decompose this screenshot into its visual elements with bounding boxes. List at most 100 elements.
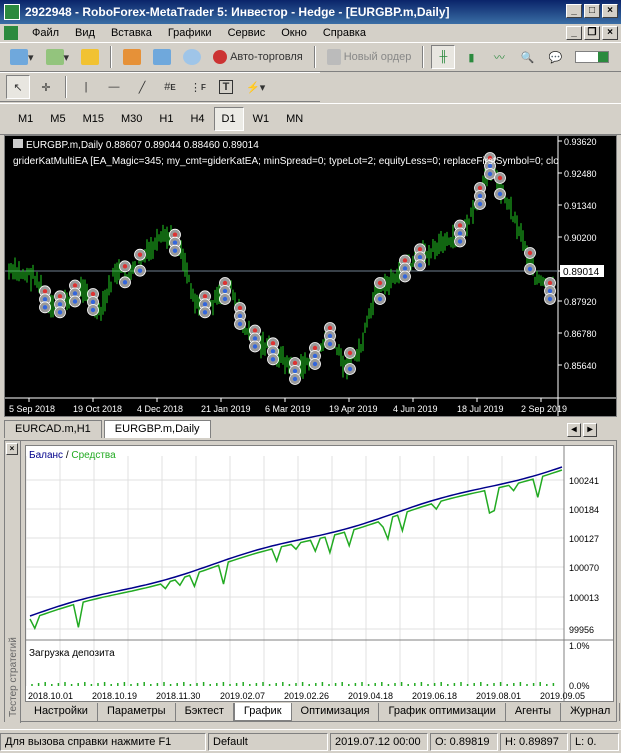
mdi-restore-button[interactable]: ❐	[584, 26, 600, 40]
candles-icon: ▮	[468, 51, 475, 64]
trade-marker-dot	[122, 264, 128, 269]
toggle-button[interactable]	[571, 45, 613, 69]
price-chart[interactable]: 0.93620 0.92480 0.91340 0.90200 0.89014 0.879…	[4, 135, 617, 417]
current-price-label: 0.89014	[563, 267, 600, 278]
bar-chart-button[interactable]: ╫	[431, 45, 456, 69]
line-chart-button[interactable]: 〰	[487, 45, 511, 69]
price-chart-canvas: 0.93620 0.92480 0.91340 0.90200 0.89014 0.879…	[5, 136, 616, 416]
menu-tools[interactable]: Сервис	[220, 27, 274, 39]
menu-charts[interactable]: Графики	[160, 27, 220, 39]
trade-marker-dot	[57, 294, 63, 299]
tester-tab-optimization-graph[interactable]: График оптимизации	[379, 703, 506, 721]
tab-scroll-right-button[interactable]: ▸	[583, 423, 597, 437]
price-tick-label: 0.93620	[564, 137, 597, 147]
tester-tab-graph[interactable]: График	[233, 703, 292, 721]
tester-side-label: Тестер стратегий	[8, 637, 19, 717]
tf-mn[interactable]: MN	[278, 107, 311, 131]
horizontal-line-button[interactable]: —	[102, 75, 126, 99]
zoom-button[interactable]: 🔍	[515, 45, 539, 69]
trade-marker-dot	[252, 344, 258, 349]
tester-y-tick-label: 99956	[569, 625, 594, 635]
menu-view[interactable]: Вид	[67, 27, 103, 39]
tester-x-tick-label: 2019.08.01	[476, 691, 521, 701]
status-profile[interactable]: Default	[208, 732, 328, 751]
market-button[interactable]	[119, 45, 145, 69]
trade-marker-dot	[377, 280, 383, 286]
trade-marker-dot	[137, 252, 143, 257]
tester-tab-inputs[interactable]: Параметры	[98, 703, 176, 721]
new-chart-button[interactable]: ▾	[6, 45, 38, 69]
chat-button[interactable]: 💬	[543, 45, 567, 69]
tf-m1[interactable]: M1	[10, 107, 41, 131]
tf-m30[interactable]: M30	[113, 107, 150, 131]
tester-close-button[interactable]: ×	[6, 443, 18, 455]
price-tick-label: 0.85640	[564, 361, 597, 371]
maximize-button[interactable]: □	[584, 4, 600, 18]
trade-marker-dot	[457, 231, 463, 236]
trade-marker-dot	[72, 291, 78, 296]
tester-tab-backtest[interactable]: Бэктест	[176, 703, 234, 721]
cursor-button[interactable]: ↖	[6, 75, 30, 99]
mdi-close-button[interactable]: ×	[602, 26, 618, 40]
trendline-button[interactable]: ╱	[130, 75, 154, 99]
candle-chart-button[interactable]: ▮	[459, 45, 483, 69]
new-order-label: Новый ордер	[343, 51, 412, 63]
close-button[interactable]: ×	[602, 4, 618, 18]
elliott-button[interactable]: # E	[158, 75, 182, 99]
menu-window[interactable]: Окно	[273, 27, 315, 39]
status-high: H: 0.89897	[500, 732, 568, 751]
trade-marker-dot	[402, 274, 408, 279]
trade-marker-dot	[402, 258, 408, 263]
tf-h4[interactable]: H4	[182, 107, 212, 131]
trade-marker-dot	[72, 283, 78, 288]
minimize-button[interactable]: _	[566, 4, 582, 18]
profiles-button[interactable]: ▾	[42, 45, 74, 69]
price-tick-label: 0.92480	[564, 169, 597, 179]
profiles-icon	[45, 49, 64, 65]
tab-scroll-left-button[interactable]: ◂	[567, 423, 581, 437]
menu-file[interactable]: Файл	[24, 27, 67, 39]
tester-tab-optimization[interactable]: Оптимизация	[292, 703, 380, 721]
metaeditor-button[interactable]	[77, 45, 103, 69]
tester-tab-journal[interactable]: Журнал	[561, 703, 621, 721]
tester-graph[interactable]: 100241 100184 100127 100070 100013 99956 1.0% 0…	[25, 445, 614, 702]
tf-h1[interactable]: H1	[151, 107, 181, 131]
tester-tab-settings[interactable]: Настройки	[25, 703, 98, 721]
new-order-button[interactable]: Новый ордер	[323, 45, 416, 69]
trade-marker-dot	[292, 368, 298, 374]
autotrade-label: Авто-торговля	[230, 51, 303, 63]
chart-tab-eurgbp[interactable]: EURGBP.m,Daily	[103, 420, 211, 438]
trade-marker-dot	[237, 321, 243, 327]
vertical-line-button[interactable]: |	[74, 75, 98, 99]
trade-marker-dot	[327, 333, 333, 339]
toggle-icon	[575, 51, 610, 63]
trade-marker-dot	[312, 361, 318, 367]
tester-y-tick-label: 100070	[569, 563, 599, 573]
fibo-button[interactable]: ⋮ F	[186, 75, 210, 99]
menu-insert[interactable]: Вставка	[103, 27, 160, 39]
chart-tabs: EURCAD.m,H1 EURGBP.m,Daily	[4, 420, 211, 438]
cursor-icon: ↖	[13, 81, 23, 94]
autotrade-button[interactable]: Авто-торговля	[209, 45, 307, 69]
tf-m15[interactable]: M15	[75, 107, 112, 131]
tf-w1[interactable]: W1	[245, 107, 278, 131]
tf-d1[interactable]: D1	[213, 107, 244, 131]
crosshair-button[interactable]: ✛	[34, 75, 58, 99]
price-tick-label: 0.90200	[564, 233, 597, 243]
text-icon: T	[218, 80, 234, 94]
date-tick-label: 18 Jul 2019	[457, 404, 504, 414]
menu-help[interactable]: Справка	[315, 27, 374, 39]
mdi-minimize-button[interactable]: _	[566, 26, 582, 40]
menu-bar: Файл Вид Вставка Графики Сервис Окно Спр…	[0, 24, 621, 42]
radio-button[interactable]	[179, 45, 205, 69]
shapes-button[interactable]: ⚡ ▾	[242, 75, 269, 99]
tester-tab-agents[interactable]: Агенты	[506, 703, 562, 721]
date-tick-label: 21 Jan 2019	[201, 404, 251, 414]
trade-marker-dot	[252, 336, 258, 341]
text-button[interactable]: T	[214, 75, 238, 99]
tf-m5[interactable]: M5	[42, 107, 73, 131]
trade-marker-dot	[457, 239, 463, 244]
signals-button[interactable]	[149, 45, 175, 69]
chart-tab-eurcad[interactable]: EURCAD.m,H1	[4, 420, 102, 438]
new-order-icon	[326, 49, 341, 65]
